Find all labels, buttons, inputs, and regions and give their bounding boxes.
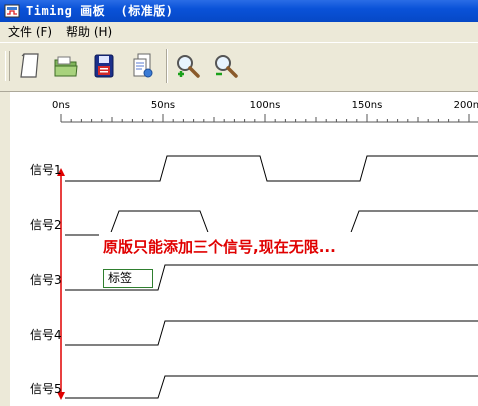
signal-label-5[interactable]: 信号5 [30, 382, 62, 396]
signal-label-2[interactable]: 信号2 [30, 218, 62, 232]
zoom-out-button[interactable] [210, 49, 242, 83]
open-button[interactable] [50, 49, 82, 83]
toolbar-separator [166, 49, 168, 83]
new-document-icon [20, 53, 39, 78]
waveform-signal1[interactable] [65, 155, 478, 182]
window-title: Timing 画板 (标准版) [26, 4, 174, 18]
menu-bar: 文件 (F) 帮助 (H) [0, 22, 478, 42]
zoom-in-icon [177, 55, 200, 78]
open-folder-icon [54, 56, 78, 77]
zoom-in-button[interactable] [172, 49, 204, 83]
save-as-button[interactable] [126, 49, 158, 83]
menu-file[interactable]: 文件 (F) [8, 24, 52, 40]
annotation-note: 原版只能添加三个信号,现在无限... [99, 232, 390, 262]
toolbar [0, 42, 478, 92]
save-as-icon [133, 53, 153, 78]
waveform-signal5[interactable] [65, 375, 478, 399]
toolbar-grip[interactable] [5, 51, 10, 81]
tag-label-box[interactable]: 标签 [103, 269, 153, 288]
signal-label-3[interactable]: 信号3 [30, 273, 62, 287]
zoom-out-icon [215, 55, 238, 78]
save-disk-icon [94, 54, 114, 78]
waveform-signal4[interactable] [65, 320, 478, 346]
signal-label-1[interactable]: 信号1 [30, 163, 62, 177]
title-bar: Timing 画板 (标准版) [0, 0, 478, 22]
new-button[interactable] [14, 49, 46, 83]
app-icon [4, 4, 20, 18]
save-button[interactable] [88, 49, 120, 83]
menu-help[interactable]: 帮助 (H) [66, 24, 112, 40]
signal-label-4[interactable]: 信号4 [30, 328, 62, 342]
